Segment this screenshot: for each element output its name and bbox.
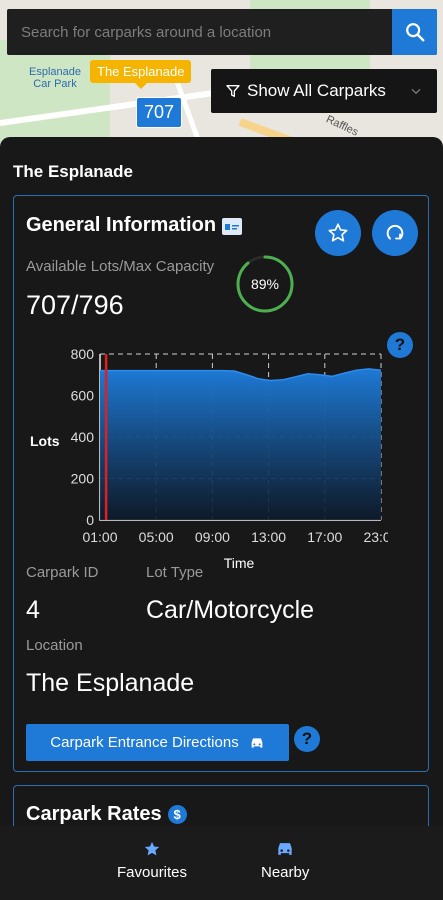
capacity-percent-label: 89% xyxy=(251,276,279,292)
map-park-area xyxy=(0,40,110,150)
nav-nearby[interactable]: Nearby xyxy=(261,840,309,881)
chart-y-axis-label: Lots xyxy=(30,433,60,449)
refresh-icon xyxy=(386,224,404,240)
map-pin-count[interactable]: 707 xyxy=(136,97,183,128)
capacity-progress-ring: 89% xyxy=(236,255,294,313)
search-icon xyxy=(405,23,424,42)
carpark-entrance-directions-button[interactable]: Carpark Entrance Directions xyxy=(26,724,289,761)
chart-y-tick-label: 200 xyxy=(71,471,95,487)
panel-title: The Esplanade xyxy=(13,162,133,181)
chevron-down-icon xyxy=(411,88,421,95)
carpark-rates-title: Carpark Rates xyxy=(26,803,162,825)
car-icon xyxy=(278,843,292,855)
carpark-id-label: Carpark ID xyxy=(26,564,99,581)
star-outline-icon xyxy=(328,223,348,242)
chart-x-tick-label: 05:00 xyxy=(139,529,174,545)
chart-help-icon[interactable]: ? xyxy=(387,332,413,358)
search-bar xyxy=(7,9,437,55)
chart-x-tick-label: 13:00 xyxy=(251,529,286,545)
chart-y-tick-label: 600 xyxy=(71,388,95,404)
nav-favourites[interactable]: Favourites xyxy=(117,840,187,881)
location-label: Location xyxy=(26,637,83,654)
search-button[interactable] xyxy=(392,9,437,55)
chart-x-tick-label: 23:00 xyxy=(363,529,388,545)
chart-y-tick-label: 0 xyxy=(86,512,94,528)
bottom-navigation: Favourites Nearby xyxy=(0,826,443,900)
car-icon xyxy=(251,737,263,748)
general-information-card: General Information Available Lots/Max C… xyxy=(13,195,429,772)
directions-help-icon[interactable]: ? xyxy=(294,726,320,752)
favourite-button[interactable] xyxy=(315,210,361,256)
nav-nearby-label: Nearby xyxy=(261,864,310,881)
location-value: The Esplanade xyxy=(26,669,195,697)
chart-x-tick-label: 17:00 xyxy=(307,529,342,545)
chart-area-series xyxy=(100,368,381,520)
search-input[interactable] xyxy=(7,9,392,55)
id-card-icon xyxy=(222,218,243,235)
directions-button-label: Carpark Entrance Directions xyxy=(50,734,239,751)
availability-chart: 0 200 400 600 800 01:00 05:00 09:00 13:00 17:00 23… xyxy=(30,346,388,571)
filter-label: Show All Carparks xyxy=(247,81,386,100)
general-information-heading: General Information xyxy=(26,214,243,237)
chart-x-axis-label: Time xyxy=(224,555,255,571)
chart-y-tick-label: 400 xyxy=(71,429,95,445)
dollar-icon: $ xyxy=(167,805,187,824)
chart-x-tick-label: 01:00 xyxy=(82,529,117,545)
carpark-rates-card: Carpark Rates $ xyxy=(13,785,429,827)
lot-type-label: Lot Type xyxy=(146,564,204,581)
availability-value: 707/796 xyxy=(26,290,124,320)
availability-label: Available Lots/Max Capacity xyxy=(26,258,215,275)
chart-y-tick-label: 800 xyxy=(71,346,95,362)
map-pin-label[interactable]: The Esplanade xyxy=(90,60,192,89)
refresh-button[interactable] xyxy=(372,210,418,256)
star-icon xyxy=(144,841,160,856)
show-all-carparks-button[interactable]: Show All Carparks xyxy=(211,69,437,113)
map-label-esplanade-park: Esplanade Car Park xyxy=(29,66,81,90)
general-information-title: General Information xyxy=(26,214,217,236)
map-road-label: Raffles xyxy=(324,113,360,139)
nav-favourites-label: Favourites xyxy=(117,864,188,881)
carpark-id-value: 4 xyxy=(26,596,40,624)
lot-type-value: Car/Motorcycle xyxy=(146,596,315,624)
carpark-detail-panel[interactable]: The Esplanade General Information Availa… xyxy=(0,137,443,827)
filter-icon xyxy=(226,85,240,97)
chart-x-tick-label: 09:00 xyxy=(195,529,230,545)
carpark-rates-heading: Carpark Rates $ xyxy=(26,803,187,826)
